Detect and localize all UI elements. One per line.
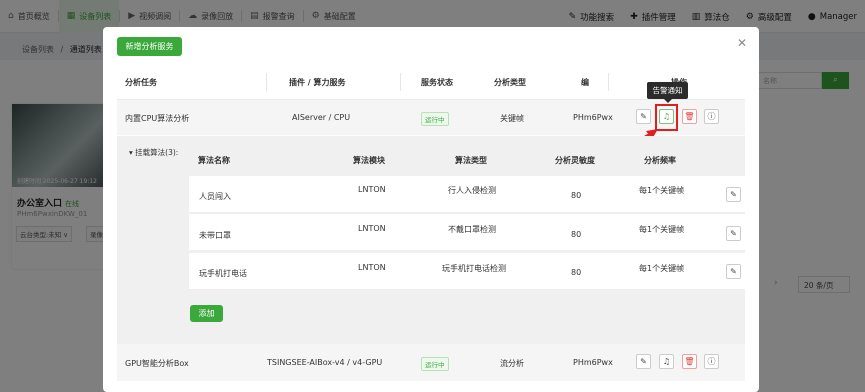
algo-name: 未带口罩 [199, 231, 231, 240]
delete-task-button[interactable]: 🗑 [682, 354, 697, 369]
algo-module: LNTON [358, 224, 386, 233]
info-task-button[interactable]: ⓘ [704, 354, 719, 369]
col-code: 编 [581, 78, 589, 87]
edit-icon: ✎ [640, 357, 647, 366]
delete-task-button[interactable]: 🗑 [682, 109, 697, 124]
algo-name: 人员闯入 [199, 192, 231, 201]
status-badge: 运行中 [421, 112, 449, 126]
algo-sensitivity: 80 [571, 230, 582, 239]
sub-col-name: 算法名称 [198, 156, 230, 165]
bell-icon: ♫ [662, 357, 671, 366]
col-plugin: 插件 / 算力服务 [289, 78, 346, 87]
info-icon: ⓘ [707, 112, 716, 121]
algo-module: LNTON [358, 263, 386, 272]
col-divider [266, 73, 267, 91]
mounted-label: 挂载算法(3): [135, 148, 179, 157]
sub-col-module: 算法模块 [353, 156, 385, 165]
algo-type: 玩手机打电话检测 [442, 264, 506, 273]
close-icon[interactable]: ✕ [737, 36, 747, 50]
edit-icon: ✎ [730, 229, 737, 238]
edit-algo-button[interactable]: ✎ [726, 264, 741, 279]
info-icon: ⓘ [707, 357, 716, 366]
task-type: 流分析 [500, 359, 524, 368]
task-plugin: AIServer / CPU [292, 113, 351, 122]
task-name: 内置CPU算法分析 [125, 114, 190, 123]
alarm-notify-button[interactable]: ♫ [659, 354, 674, 369]
algo-module: LNTON [358, 185, 386, 194]
algo-frequency: 每1个关键帧 [639, 264, 685, 273]
col-type: 分析类型 [494, 78, 526, 87]
edit-algo-button[interactable]: ✎ [726, 187, 741, 202]
sub-col-frequency: 分析频率 [644, 156, 676, 165]
task-code: PHm6Pwx [573, 358, 613, 367]
mounted-algo-toggle[interactable]: ▾ 挂载算法(3): [129, 147, 178, 158]
edit-algo-button[interactable]: ✎ [726, 226, 741, 241]
edit-icon: ✎ [730, 267, 737, 276]
caret-down-icon: ▾ [129, 148, 133, 157]
trash-icon: 🗑 [684, 357, 695, 366]
sub-col-type: 算法类型 [455, 156, 487, 165]
trash-icon: 🗑 [684, 112, 695, 121]
add-analysis-service-button[interactable]: 新增分析服务 [117, 37, 182, 56]
col-divider [400, 73, 401, 91]
algo-frequency: 每1个关键帧 [639, 225, 685, 234]
task-code: PHm6Pwx [573, 113, 613, 122]
algo-type: 行人入侵检测 [448, 186, 496, 195]
analysis-service-modal: 新增分析服务 ✕ 分析任务 插件 / 算力服务 服务状态 分析类型 编 操作 内… [103, 27, 759, 392]
edit-icon: ✎ [730, 190, 737, 199]
col-status: 服务状态 [421, 78, 453, 87]
algo-type: 不戴口罩检测 [448, 225, 496, 234]
info-task-button[interactable]: ⓘ [704, 109, 719, 124]
tooltip: 告警通知 [647, 82, 688, 103]
edit-task-button[interactable]: ✎ [636, 354, 651, 369]
algo-name: 玩手机打电话 [199, 269, 247, 278]
col-divider [608, 73, 609, 91]
task-type: 关键帧 [500, 114, 524, 123]
sub-col-sensitivity: 分析灵敏度 [555, 156, 595, 165]
algo-sensitivity: 80 [571, 191, 582, 200]
task-name: GPU智能分析Box [125, 359, 189, 368]
algo-sensitivity: 80 [571, 268, 582, 277]
add-algorithm-button[interactable]: 添加 [190, 305, 223, 322]
algo-frequency: 每1个关键帧 [639, 186, 685, 195]
col-task: 分析任务 [125, 78, 157, 87]
status-badge: 运行中 [421, 357, 449, 371]
task-plugin: TSINGSEE-AIBox-v4 / v4-GPU [267, 358, 383, 367]
